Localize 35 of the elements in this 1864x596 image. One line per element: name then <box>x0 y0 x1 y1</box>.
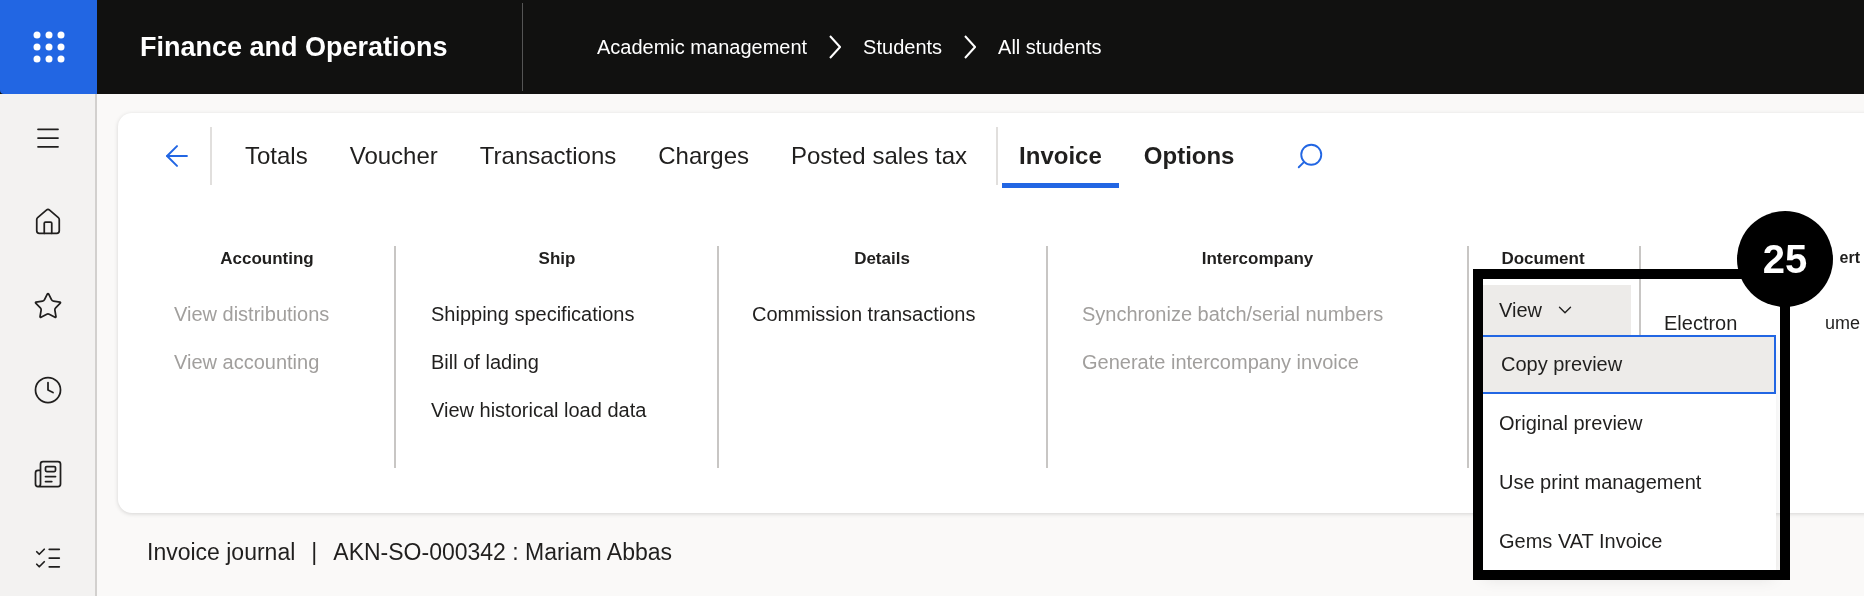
ribbon-command[interactable]: Electron <box>1664 312 1738 334</box>
clock-icon <box>32 375 63 405</box>
dashboard-icon <box>32 459 63 489</box>
chevron-right-icon <box>964 35 977 59</box>
ribbon-command[interactable]: ume <box>1825 312 1860 334</box>
group-header: Accounting <box>220 248 314 270</box>
action-button[interactable]: Charges <box>641 124 766 188</box>
ribbon-tab[interactable]: Options <box>1126 124 1252 188</box>
chevron-right-icon <box>829 35 842 59</box>
action-button[interactable]: Transactions <box>462 124 634 188</box>
ribbon-tab[interactable]: Invoice <box>1002 124 1119 188</box>
group-header: Ship <box>538 248 576 270</box>
group-header: ert <box>1839 248 1860 268</box>
group-header: Intercompany <box>1201 248 1314 270</box>
action-button[interactable]: Posted sales tax <box>774 124 985 188</box>
view-dropdown-button[interactable]: View <box>1481 284 1631 335</box>
breadcrumb-link[interactable]: Academic management <box>597 32 808 62</box>
app-launcher-button[interactable] <box>0 0 97 94</box>
ribbon-command[interactable]: Shipping specifications <box>431 299 635 328</box>
group-header: Document <box>1501 248 1585 270</box>
menu-item[interactable]: Copy preview <box>1481 334 1776 394</box>
app-title: Finance and Operations <box>140 30 448 64</box>
record-caption: AKN-SO-000342 : Mariam Abbas <box>333 538 673 567</box>
ribbon-command[interactable]: Commission transactions <box>752 299 976 328</box>
breadcrumb-link[interactable]: All students <box>998 32 1102 62</box>
breadcrumb-link[interactable]: Students <box>863 32 943 62</box>
action-button[interactable]: Voucher <box>332 124 455 188</box>
ribbon-command[interactable]: Bill of lading <box>431 347 539 376</box>
group-header: Details <box>854 248 910 270</box>
caption-separator: | <box>311 538 318 567</box>
waffle-icon <box>32 31 65 63</box>
form-caption: Invoice journal <box>147 538 296 567</box>
action-button[interactable]: Totals <box>228 124 325 188</box>
ribbon-command[interactable]: View historical load data <box>431 395 647 424</box>
star-icon <box>32 291 63 321</box>
